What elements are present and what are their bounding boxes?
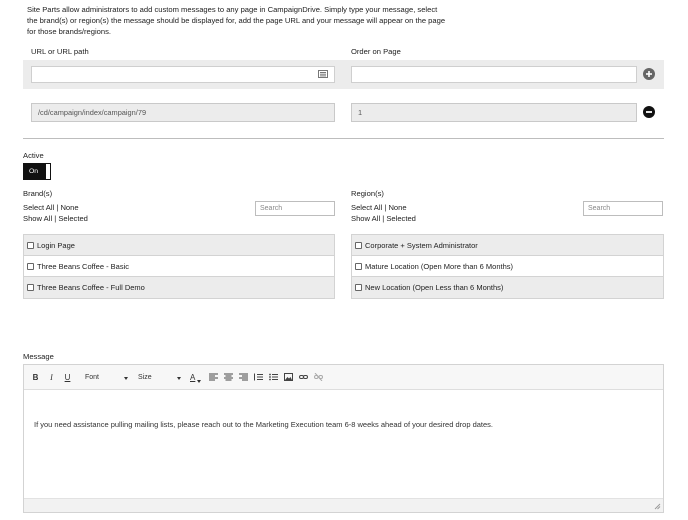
- checkbox[interactable]: [355, 262, 362, 270]
- list-item-label: Corporate + System Administrator: [365, 240, 478, 250]
- brands-search-input[interactable]: Search: [255, 201, 335, 216]
- list-item-label: Three Beans Coffee - Full Demo: [37, 283, 145, 292]
- checkbox[interactable]: [27, 241, 34, 249]
- message-editor: B I U Font Size A If you need assistance…: [23, 364, 664, 513]
- list-item[interactable]: Three Beans Coffee - Full Demo: [24, 277, 334, 298]
- font-select-label: Font: [85, 373, 100, 381]
- regions-label: Region(s): [351, 189, 384, 198]
- checkbox[interactable]: [27, 262, 34, 270]
- regions-select-all-link[interactable]: Select All: [351, 203, 382, 212]
- bold-button[interactable]: B: [31, 373, 40, 382]
- toggle-on-label: On: [24, 164, 46, 179]
- underline-button[interactable]: U: [63, 373, 72, 382]
- list-item[interactable]: New Location (Open Less than 6 Months): [352, 277, 663, 298]
- resize-handle-icon[interactable]: [654, 503, 661, 510]
- regions-search-input[interactable]: Search: [583, 201, 663, 216]
- section-divider: [23, 138, 664, 139]
- brands-show-all-link[interactable]: Show All: [23, 214, 52, 223]
- editor-statusbar: [24, 498, 663, 512]
- regions-none-link[interactable]: None: [388, 203, 406, 212]
- active-label: Active: [23, 151, 44, 160]
- editor-toolbar: B I U Font Size A: [24, 365, 663, 390]
- url-label: URL or URL path: [31, 47, 89, 56]
- checkbox[interactable]: [27, 284, 34, 291]
- list-item-label: Three Beans Coffee - Basic: [37, 261, 129, 271]
- list-item-label: Mature Location (Open More than 6 Months…: [365, 261, 513, 271]
- regions-select-links: Select All | None: [351, 203, 407, 212]
- font-select[interactable]: Font: [85, 374, 129, 381]
- checkbox[interactable]: [355, 284, 362, 291]
- message-text: If you need assistance pulling mailing l…: [34, 420, 494, 429]
- checkbox[interactable]: [355, 241, 362, 249]
- remove-row-button[interactable]: [643, 106, 655, 118]
- brands-list: Login Page Three Beans Coffee - Basic Th…: [23, 234, 335, 299]
- unlink-icon[interactable]: [314, 373, 324, 381]
- editor-content[interactable]: If you need assistance pulling mailing l…: [24, 390, 663, 498]
- add-row-button[interactable]: [643, 68, 655, 80]
- brands-select-links: Select All | None: [23, 203, 79, 212]
- brands-selected-link[interactable]: Selected: [58, 214, 88, 223]
- numbered-list-icon[interactable]: [254, 373, 264, 381]
- plus-icon: [646, 71, 652, 77]
- regions-list: Corporate + System Administrator Mature …: [351, 234, 664, 299]
- text-color-button[interactable]: A: [190, 373, 195, 382]
- list-item[interactable]: Login Page: [24, 235, 334, 256]
- chevron-down-icon: [197, 380, 202, 383]
- chevron-down-icon: [124, 376, 128, 380]
- align-center-icon[interactable]: [224, 373, 234, 381]
- new-url-input[interactable]: [31, 66, 335, 83]
- list-item[interactable]: Corporate + System Administrator: [352, 235, 663, 256]
- regions-show-all-link[interactable]: Show All: [351, 214, 380, 223]
- active-toggle[interactable]: On: [23, 163, 51, 180]
- list-item-label: New Location (Open Less than 6 Months): [365, 283, 504, 292]
- intro-text: Site Parts allow administrators to add c…: [27, 5, 446, 36]
- link-icon[interactable]: [299, 373, 309, 381]
- chevron-down-icon: [177, 376, 181, 380]
- list-item-label: Login Page: [37, 240, 75, 250]
- align-right-icon[interactable]: [239, 373, 249, 381]
- list-item[interactable]: Three Beans Coffee - Basic: [24, 256, 334, 277]
- size-select-label: Size: [138, 373, 152, 381]
- italic-button[interactable]: I: [47, 373, 56, 382]
- brands-select-all-link[interactable]: Select All: [23, 203, 54, 212]
- brands-none-link[interactable]: None: [60, 203, 78, 212]
- bullet-list-icon[interactable]: [269, 373, 279, 381]
- order-label: Order on Page: [351, 47, 401, 56]
- url-field[interactable]: /cd/campaign/index/campaign/79: [31, 103, 335, 122]
- image-icon[interactable]: [284, 373, 294, 381]
- message-label: Message: [23, 352, 54, 361]
- brands-show-links: Show All | Selected: [23, 214, 88, 223]
- new-order-input[interactable]: [351, 66, 637, 83]
- list-item[interactable]: Mature Location (Open More than 6 Months…: [352, 256, 663, 277]
- brands-label: Brand(s): [23, 189, 53, 198]
- size-select[interactable]: Size: [138, 374, 182, 381]
- regions-selected-link[interactable]: Selected: [386, 214, 416, 223]
- minus-icon: [646, 111, 652, 113]
- order-field[interactable]: 1: [351, 103, 637, 122]
- list-icon[interactable]: [318, 70, 328, 78]
- regions-show-links: Show All | Selected: [351, 214, 416, 223]
- align-left-icon[interactable]: [209, 373, 219, 381]
